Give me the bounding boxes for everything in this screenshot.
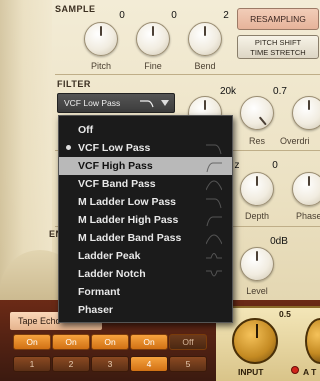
bend-value: 2 [223, 10, 229, 21]
filter-option-m-ladder-high-pass[interactable]: M Ladder High Pass [59, 211, 232, 229]
filter-option-formant[interactable]: Formant [59, 283, 232, 301]
fx-on-button-3[interactable]: On [91, 334, 129, 350]
overdrive-knob[interactable] [292, 96, 320, 130]
fx-on-button-5[interactable]: Off [169, 334, 207, 350]
fx-slot-button-2[interactable]: 2 [52, 356, 90, 372]
selected-dot-icon [66, 145, 71, 150]
input-value: 0.5 [279, 309, 291, 319]
fine-knob[interactable] [136, 22, 170, 56]
depth-knob[interactable] [240, 172, 274, 206]
level-label: Level [246, 286, 268, 296]
filter-type-dropdown-menu: Off VCF Low Pass VCF High Pass VCF Band … [58, 115, 233, 323]
a-label: A T [303, 367, 317, 377]
fx-on-button-1[interactable]: On [13, 334, 51, 350]
lfo-rate-partial: z [234, 160, 240, 171]
sample-section-label: SAMPLE [55, 4, 96, 14]
lowpass-curve-icon [140, 100, 154, 108]
res-value: 0.7 [273, 86, 287, 97]
highpass-curve-icon [206, 216, 222, 227]
notch-curve-icon [206, 270, 222, 277]
level-value: 0dB [270, 236, 288, 247]
filter-option-ladder-peak[interactable]: Ladder Peak [59, 247, 232, 265]
bend-label: Bend [194, 61, 216, 71]
overdrive-label: Overdri [280, 136, 310, 146]
bend-knob[interactable] [188, 22, 222, 56]
lowpass-curve-icon [206, 144, 222, 155]
fx-on-button-4[interactable]: On [130, 334, 168, 350]
fx-on-button-2[interactable]: On [52, 334, 90, 350]
peak-curve-icon [206, 253, 222, 259]
fine-value: 0 [171, 10, 177, 21]
filter-selected-label: VCF Low Pass [64, 98, 121, 108]
filter-type-select[interactable]: VCF Low Pass [57, 93, 175, 113]
highpass-curve-icon [206, 162, 222, 173]
pitch-shift-label: PITCH SHIFT [254, 38, 302, 47]
filter-option-m-ladder-low-pass[interactable]: M Ladder Low Pass [59, 193, 232, 211]
section-divider [55, 74, 320, 75]
filter-section-label: FILTER [57, 79, 91, 89]
filter-option-off[interactable]: Off [59, 121, 232, 139]
filter-option-ladder-notch[interactable]: Ladder Notch [59, 265, 232, 283]
filter-option-m-ladder-band-pass[interactable]: M Ladder Band Pass [59, 229, 232, 247]
input-label: INPUT [238, 367, 264, 377]
pitch-label: Pitch [90, 61, 111, 71]
lowpass-curve-icon [206, 198, 222, 209]
pitch-knob[interactable] [84, 22, 118, 56]
pitch-value: 0 [119, 10, 125, 21]
res-knob[interactable] [240, 96, 274, 130]
res-label: Res [248, 136, 265, 146]
fine-label: Fine [144, 61, 162, 71]
cutoff-value: 20k [219, 86, 237, 97]
filter-option-vcf-band-pass[interactable]: VCF Band Pass [59, 175, 232, 193]
depth-label: Depth [244, 211, 270, 221]
level-knob[interactable] [240, 247, 274, 281]
fx-slot-button-1[interactable]: 1 [13, 356, 51, 372]
pitch-shift-time-stretch-button[interactable]: PITCH SHIFT TIME STRETCH [237, 35, 319, 59]
chevron-down-icon [161, 100, 169, 106]
phase-label: Phase [296, 211, 320, 221]
fx-slot-button-4[interactable]: 4 [130, 356, 168, 372]
fx-slot-button-3[interactable]: 3 [91, 356, 129, 372]
phase-knob[interactable] [292, 172, 320, 206]
depth-value: 0 [272, 160, 278, 171]
fx-slot-button-5[interactable]: 5 [169, 356, 207, 372]
input-knob[interactable] [232, 318, 278, 364]
filter-option-vcf-low-pass[interactable]: VCF Low Pass [59, 139, 232, 157]
status-led [291, 366, 299, 374]
time-stretch-label: TIME STRETCH [250, 48, 306, 57]
filter-option-phaser[interactable]: Phaser [59, 301, 232, 319]
filter-option-vcf-high-pass[interactable]: VCF High Pass [59, 157, 232, 175]
bandpass-curve-icon [206, 234, 222, 245]
resampling-button[interactable]: RESAMPLING [237, 8, 319, 30]
bandpass-curve-icon [206, 180, 222, 191]
